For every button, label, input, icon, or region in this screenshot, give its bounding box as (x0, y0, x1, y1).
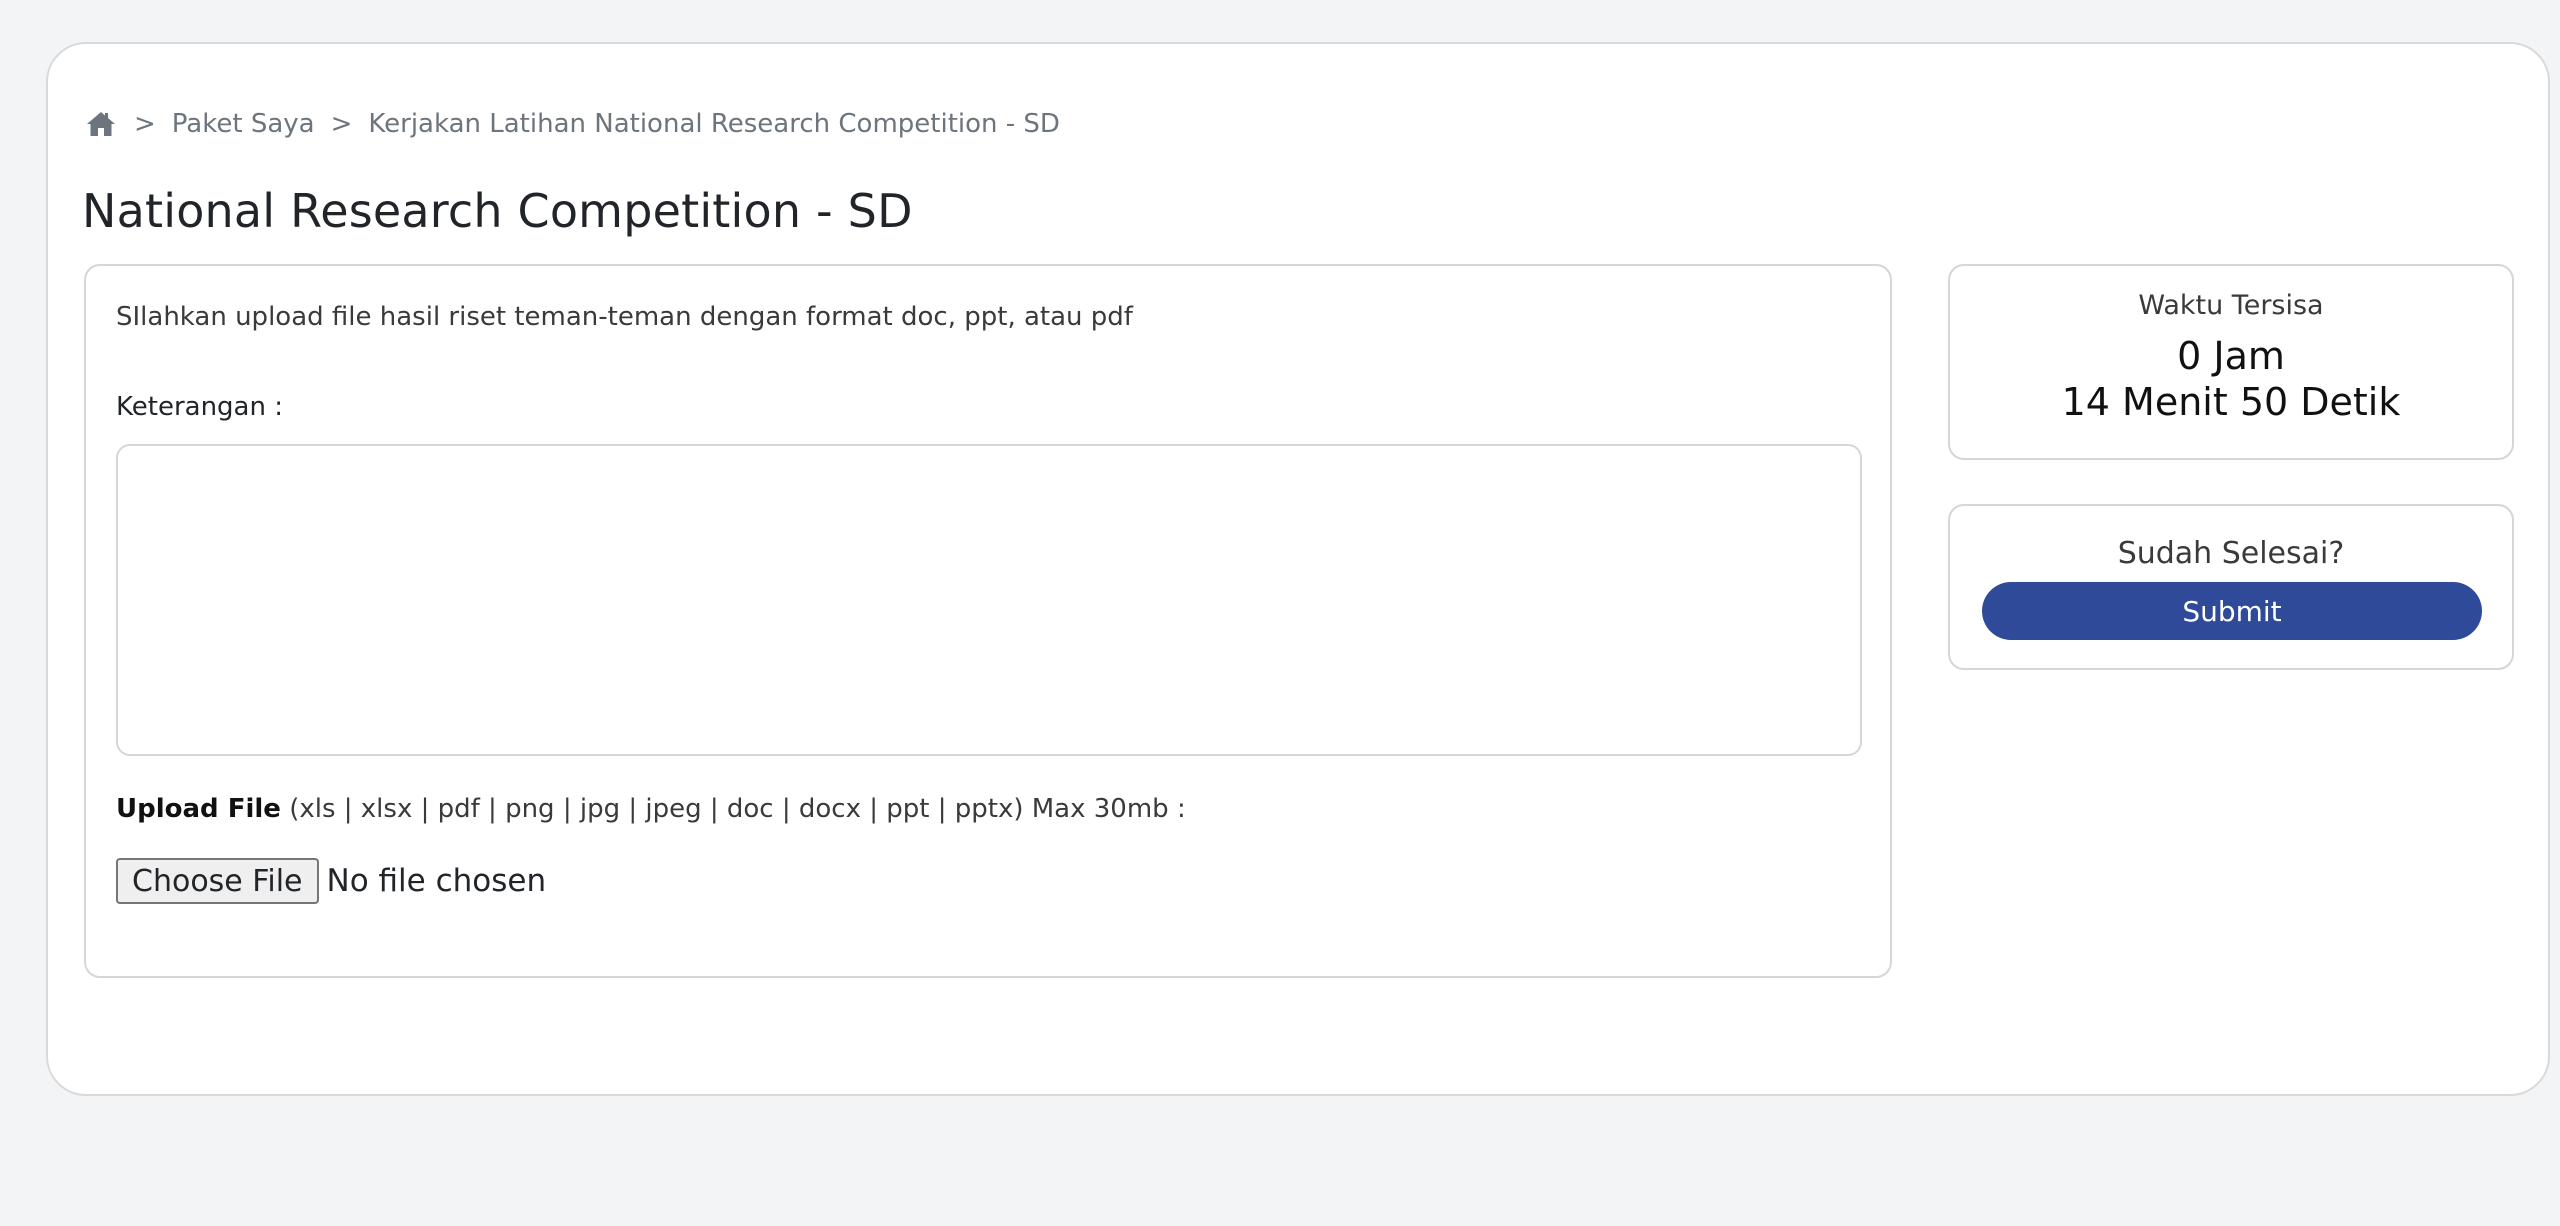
page-title: National Research Competition - SD (82, 184, 913, 238)
file-status-text: No file chosen (326, 863, 547, 899)
timer-minutes-seconds: 14 Menit 50 Detik (2061, 380, 2401, 424)
breadcrumb-separator: > (330, 109, 353, 139)
timer-label: Waktu Tersisa (2138, 290, 2324, 321)
keterangan-textarea[interactable] (116, 444, 1862, 756)
submit-question: Sudah Selesai? (2117, 536, 2345, 571)
breadcrumb-item-paket-saya[interactable]: Paket Saya (172, 109, 315, 139)
keterangan-label: Keterangan : (116, 392, 283, 422)
upload-file-label: Upload File (xls | xlsx | pdf | png | jp… (116, 794, 1186, 824)
file-input[interactable]: Choose File No file chosen (116, 858, 546, 904)
breadcrumb: > Paket Saya > Kerjakan Latihan National… (86, 104, 1060, 144)
choose-file-button[interactable]: Choose File (116, 858, 319, 904)
home-icon[interactable] (86, 108, 118, 140)
submit-button[interactable]: Submit (1982, 582, 2482, 640)
main-card: > Paket Saya > Kerjakan Latihan National… (46, 42, 2550, 1096)
upload-file-formats: (xls | xlsx | pdf | png | jpg | jpeg | d… (280, 794, 1186, 824)
instruction-text: SIlahkan upload file hasil riset teman-t… (116, 302, 1133, 332)
timer-hours: 0 Jam (2177, 334, 2285, 378)
timer-panel: Waktu Tersisa 0 Jam 14 Menit 50 Detik (1948, 264, 2514, 460)
upload-file-label-bold: Upload File (116, 794, 281, 824)
submit-panel: Sudah Selesai? Submit (1948, 504, 2514, 670)
exercise-panel: SIlahkan upload file hasil riset teman-t… (84, 264, 1892, 978)
breadcrumb-separator: > (134, 109, 156, 139)
breadcrumb-item-current: Kerjakan Latihan National Research Compe… (368, 109, 1060, 139)
